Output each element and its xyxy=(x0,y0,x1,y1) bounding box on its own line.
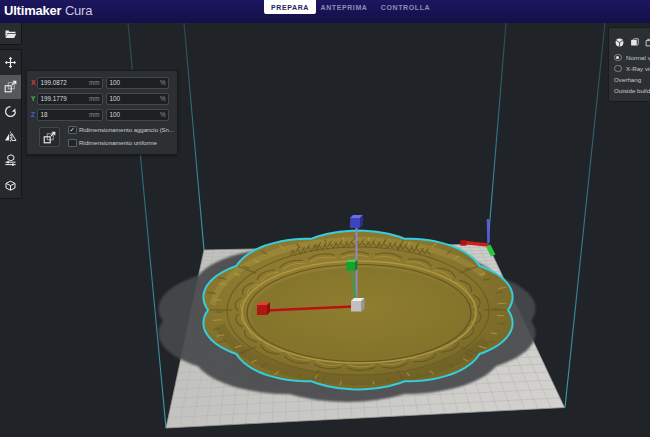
tool-button-move[interactable] xyxy=(0,50,21,75)
logo-cura: Cura xyxy=(65,3,92,18)
legend-outside-build: Outside buildin xyxy=(614,87,650,94)
app-logo: Ultimaker Cura xyxy=(4,0,92,23)
rotate-icon xyxy=(4,105,17,118)
layer-view-icon[interactable] xyxy=(645,38,650,47)
checkbox-label: Ridimensionamento aggancio (Sn... xyxy=(79,126,174,133)
solid-view-icon[interactable] xyxy=(615,38,624,47)
legend-overhang: Overhang xyxy=(614,76,641,83)
top-bar: Ultimaker Cura PREPARA ANTEPRIMA CONTROL… xyxy=(0,0,650,23)
radio-unselected-icon xyxy=(614,65,622,73)
support-blocker-icon xyxy=(4,179,17,192)
logo-ultimaker: Ultimaker xyxy=(4,3,61,18)
scale-icon xyxy=(4,80,17,93)
reset-scale-icon xyxy=(43,131,56,144)
checkbox-checked-icon[interactable]: ✓ xyxy=(68,126,77,135)
gizmo-z-handle xyxy=(350,215,363,228)
percent-input[interactable]: 100 % xyxy=(106,77,169,89)
viewport-3d[interactable] xyxy=(0,0,650,437)
gizmo-x-handle xyxy=(257,302,270,315)
tab-preview[interactable]: ANTEPRIMA xyxy=(316,0,372,14)
tool-button-per-model-settings[interactable] xyxy=(0,148,21,173)
move-icon xyxy=(4,56,17,69)
size-input[interactable]: 199.0872 mm xyxy=(37,77,103,89)
scale-row: Y 199.1779 mm 100 % xyxy=(27,94,177,103)
view-mode-icons xyxy=(615,38,650,47)
tool-button-mirror[interactable] xyxy=(0,124,21,149)
scale-tool-panel: X 199.0872 mm 100 % Y 199.1779 mm 100 xyxy=(26,70,178,155)
tab-prepare[interactable]: PREPARA xyxy=(264,0,316,14)
radio-selected-icon xyxy=(614,54,622,62)
xray-view-icon[interactable] xyxy=(630,38,639,47)
size-input[interactable]: 18 mm xyxy=(37,109,103,121)
mirror-icon xyxy=(4,130,17,143)
scale-row: X 199.0872 mm 100 % xyxy=(27,78,177,87)
percent-input[interactable]: 100 % xyxy=(106,93,169,105)
open-file-icon xyxy=(4,27,17,40)
size-input[interactable]: 199.1779 mm xyxy=(37,93,103,105)
percent-input[interactable]: 100 % xyxy=(106,109,169,121)
tab-monitor[interactable]: CONTROLLA xyxy=(376,0,435,14)
checkbox-label: Ridimensionamento uniforme xyxy=(79,139,157,146)
view-options-panel: Normal view X-Ray view Overhang Outside … xyxy=(608,27,650,102)
gizmo-y-handle xyxy=(346,260,358,272)
per-model-settings-icon xyxy=(4,154,17,167)
scale-row: Z 18 mm 100 % xyxy=(27,110,177,119)
tool-button-rotate[interactable] xyxy=(0,99,21,124)
tool-button-support-blocker[interactable] xyxy=(0,173,21,198)
checkbox-unchecked-icon[interactable] xyxy=(68,139,77,148)
tool-button-scale[interactable] xyxy=(0,75,21,100)
gizmo-center-handle xyxy=(351,298,365,312)
open-file-button[interactable] xyxy=(0,21,22,45)
cura-window: { "app": { "title_bold": "Ultimaker", "t… xyxy=(0,0,650,437)
reset-scale-button[interactable] xyxy=(39,127,60,147)
tool-column xyxy=(0,49,22,199)
